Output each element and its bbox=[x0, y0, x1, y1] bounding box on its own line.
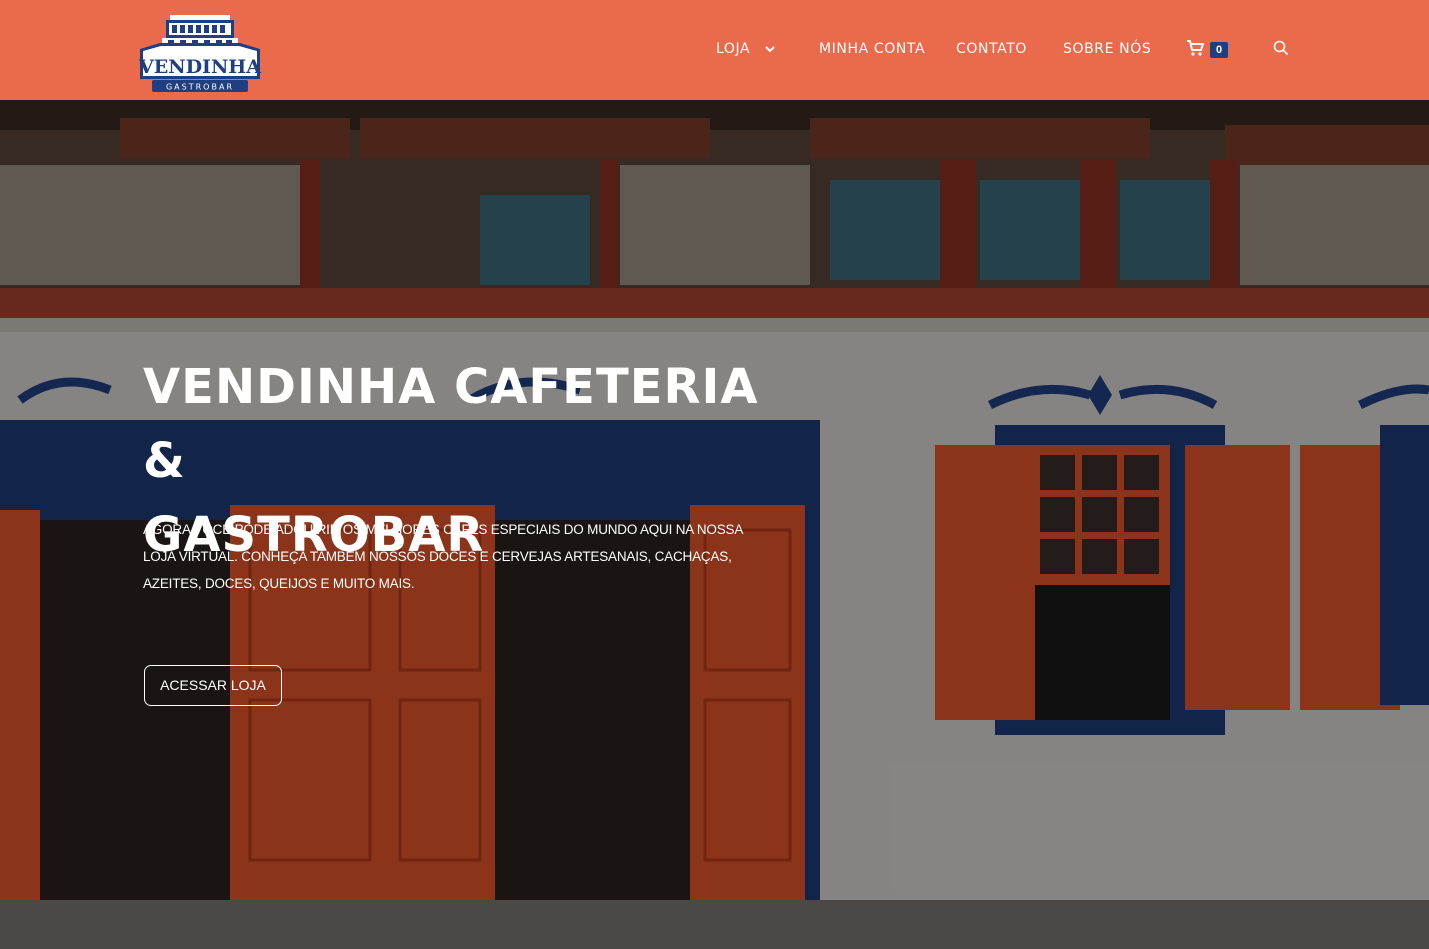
nav-item-label: MINHA CONTA bbox=[819, 41, 926, 57]
hero-section: VENDINHA CAFETERIA & GASTROBAR AGORA VOC… bbox=[0, 100, 1429, 949]
nav-item-loja[interactable]: LOJA bbox=[716, 40, 775, 58]
nav-item-contato[interactable]: CONTATO bbox=[956, 40, 1027, 58]
search-icon bbox=[1273, 40, 1289, 56]
chevron-down-icon bbox=[765, 40, 775, 58]
main-navigation: LOJA MINHA CONTA CONTATO SOBRE NÓS 0 bbox=[0, 0, 1429, 100]
nav-item-minha-conta[interactable]: MINHA CONTA bbox=[819, 40, 925, 58]
nav-item-label: SOBRE NÓS bbox=[1063, 41, 1152, 57]
cart-button[interactable]: 0 bbox=[1186, 38, 1232, 62]
cart-count-badge: 0 bbox=[1210, 42, 1228, 58]
cart-icon bbox=[1187, 40, 1204, 56]
nav-item-label: LOJA bbox=[716, 41, 751, 57]
acessar-loja-button[interactable]: ACESSAR LOJA bbox=[144, 665, 282, 706]
search-button[interactable] bbox=[1273, 40, 1291, 58]
hero-title-line1: VENDINHA CAFETERIA & bbox=[143, 359, 759, 489]
site-header: VENDINHA GASTROBAR LOJA MINHA CONTA CONT… bbox=[0, 0, 1429, 100]
nav-item-sobre-nos[interactable]: SOBRE NÓS bbox=[1063, 40, 1151, 58]
nav-item-label: CONTATO bbox=[956, 41, 1027, 57]
hero-description: AGORA VOCÊ PODE ADQUIRIR OS MELHORES CAF… bbox=[143, 522, 743, 591]
